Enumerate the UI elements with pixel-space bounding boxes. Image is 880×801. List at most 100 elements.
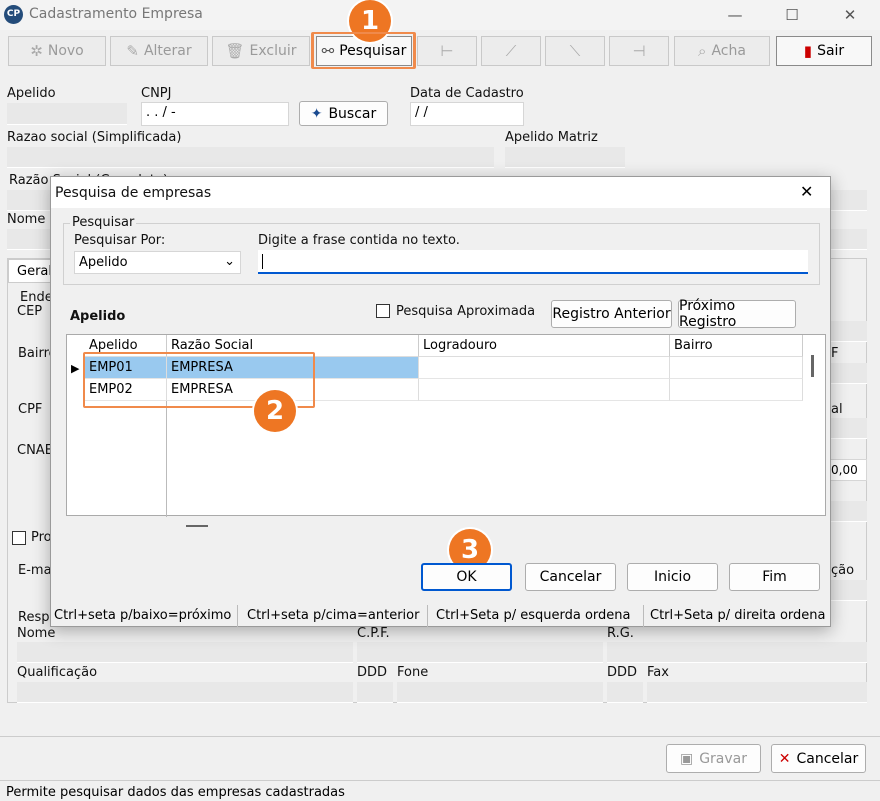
alterar-label: Alterar xyxy=(143,43,192,59)
col-header-bairro[interactable]: Bairro xyxy=(670,335,803,357)
qualificacao-field[interactable] xyxy=(17,682,353,703)
last-icon: ⊣ xyxy=(632,42,646,60)
vertical-scrollbar[interactable] xyxy=(811,355,814,377)
apelido-field[interactable] xyxy=(7,103,127,125)
last-record-button[interactable]: ⊣ xyxy=(609,36,669,66)
search-group-label: Pesquisar xyxy=(70,215,137,230)
endereco-label: Ende xyxy=(20,290,53,305)
fone-label: Fone xyxy=(397,665,429,680)
buscar-icon: ✦ xyxy=(310,105,323,122)
first-icon: ⊢ xyxy=(440,42,454,60)
phrase-label: Digite a frase contida no texto. xyxy=(258,233,460,248)
app-icon: CP xyxy=(4,5,23,24)
nome-field[interactable] xyxy=(17,642,353,663)
approx-checkbox[interactable] xyxy=(376,304,390,318)
prev-record-dialog-button[interactable]: Registro Anterior xyxy=(551,300,672,328)
excluir-button[interactable]: 🗑 Excluir xyxy=(212,36,310,66)
cancelar-main-button[interactable]: ✕ Cancelar xyxy=(771,744,866,773)
search-by-value: Apelido xyxy=(79,255,128,270)
text-caret xyxy=(262,254,263,269)
ddd2-field[interactable] xyxy=(607,682,643,703)
search-dialog: Pesquisa de empresas ✕ Pesquisar Pesquis… xyxy=(50,176,831,627)
alterar-button[interactable]: ✎ Alterar xyxy=(110,36,208,66)
horizontal-scroll-thumb[interactable] xyxy=(186,525,208,527)
pro-label: Pro xyxy=(31,530,52,545)
table-row-1-logradouro[interactable] xyxy=(419,357,670,379)
search-by-select[interactable]: Apelido ⌄ xyxy=(74,251,241,274)
step-badge-2: 2 xyxy=(254,390,296,432)
first-record-button[interactable]: ⊢ xyxy=(417,36,477,66)
fax-field[interactable] xyxy=(647,682,867,703)
excluir-label: Excluir xyxy=(249,43,297,59)
cnpj-field[interactable]: . . / - xyxy=(141,102,289,126)
inicio-button[interactable]: Inicio xyxy=(627,563,718,591)
new-icon: ✲ xyxy=(30,42,43,60)
buscar-label: Buscar xyxy=(328,105,377,122)
right-field-1[interactable] xyxy=(829,321,867,342)
sair-button[interactable]: ▮ Sair xyxy=(776,36,872,66)
right-field-3[interactable] xyxy=(829,418,867,439)
right-field-5[interactable] xyxy=(829,580,867,601)
novo-label: Novo xyxy=(47,43,84,59)
buscar-button[interactable]: ✦ Buscar xyxy=(299,101,388,126)
next-record-button[interactable]: ⟍ xyxy=(545,36,605,66)
minimize-icon[interactable]: — xyxy=(715,4,755,26)
status-bar: Permite pesquisar dados das empresas cad… xyxy=(0,780,880,801)
hint-prev: Ctrl+seta p/cima=anterior xyxy=(244,605,428,627)
apelido-label: Apelido xyxy=(7,86,56,101)
edit-icon: ✎ xyxy=(126,42,139,60)
approx-label: Pesquisa Aproximada xyxy=(396,304,536,319)
cep-label: CEP xyxy=(17,304,43,319)
ddd2-label: DDD xyxy=(607,665,638,680)
razao-simplificada-field[interactable] xyxy=(7,147,494,168)
cpf2-field[interactable] xyxy=(357,642,603,663)
title-bar: CP Cadastramento Empresa — ☐ ✕ xyxy=(0,0,880,30)
fone-field[interactable] xyxy=(397,682,603,703)
cancel-x-icon: ✕ xyxy=(778,750,791,767)
trash-icon: 🗑 xyxy=(225,42,245,60)
next-record-dialog-button[interactable]: Próximo Registro xyxy=(678,298,796,330)
data-cadastro-field[interactable]: / / xyxy=(410,102,524,126)
table-row-2-logradouro[interactable] xyxy=(419,379,670,401)
pro-checkbox[interactable] xyxy=(12,531,26,545)
right-field-4[interactable] xyxy=(829,501,867,522)
acha-button[interactable]: ⌕ Acha xyxy=(674,36,770,66)
sair-label: Sair xyxy=(817,43,845,59)
gravar-button[interactable]: ▣ Gravar xyxy=(666,744,761,773)
phrase-input[interactable] xyxy=(258,250,808,274)
cancelar-main-label: Cancelar xyxy=(796,750,859,767)
table-row-1-bairro[interactable] xyxy=(670,357,803,379)
close-icon[interactable]: ✕ xyxy=(830,4,870,26)
prev-record-button[interactable]: ⟋ xyxy=(481,36,541,66)
razao-simplificada-label: Razao social (Simplificada) xyxy=(7,130,182,145)
table-row-2-bairro[interactable] xyxy=(670,379,803,401)
right-label-al: al xyxy=(831,402,843,417)
valor-field[interactable]: 0,00 xyxy=(829,459,867,481)
fim-button[interactable]: Fim xyxy=(729,563,820,591)
acha-label: Acha xyxy=(711,43,746,59)
section-label: Apelido xyxy=(70,309,126,324)
maximize-icon[interactable]: ☐ xyxy=(772,4,812,26)
cpf-label: CPF xyxy=(18,402,43,417)
gravar-label: Gravar xyxy=(699,750,748,767)
dialog-title: Pesquisa de empresas xyxy=(55,185,212,201)
dialog-close-icon[interactable]: ✕ xyxy=(800,182,813,201)
col-header-logradouro[interactable]: Logradouro xyxy=(419,335,670,357)
fax-label: Fax xyxy=(647,665,669,680)
rg-label: R.G. xyxy=(607,626,634,641)
right-field-2[interactable] xyxy=(829,363,867,384)
data-cadastro-label: Data de Cadastro xyxy=(410,86,524,101)
cancelar-dialog-button[interactable]: Cancelar xyxy=(525,563,616,591)
apelido-matriz-field[interactable] xyxy=(505,147,625,168)
resp-label: Resp xyxy=(18,610,50,625)
ok-button[interactable]: OK xyxy=(421,563,512,591)
ddd1-field[interactable] xyxy=(357,682,393,703)
chevron-down-icon: ⌄ xyxy=(224,254,235,269)
save-icon: ▣ xyxy=(679,750,694,767)
apelido-matriz-label: Apelido Matriz xyxy=(505,130,598,145)
rg-field[interactable] xyxy=(607,642,867,663)
window-title: Cadastramento Empresa xyxy=(29,6,203,22)
search-by-label: Pesquisar Por: xyxy=(74,233,166,248)
novo-button[interactable]: ✲ Novo xyxy=(8,36,106,66)
prev-icon: ⟋ xyxy=(505,42,517,60)
